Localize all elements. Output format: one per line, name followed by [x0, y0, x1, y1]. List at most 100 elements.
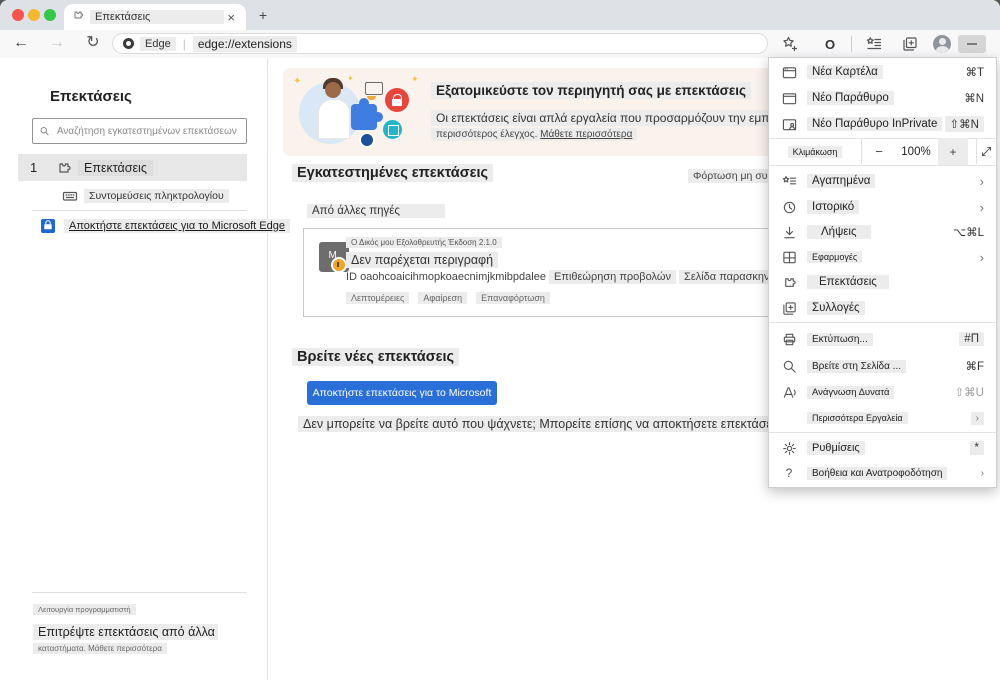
browser-window: Επεκτάσεις × + ← → ↻ Edge | edge://exten…: [0, 0, 1000, 680]
chevron-right-icon: ›: [979, 249, 984, 265]
active-tab[interactable]: Επεκτάσεις ×: [64, 4, 246, 30]
learn-more-link[interactable]: Μάθετε περισσότερα: [540, 129, 632, 140]
collections-icon[interactable]: [900, 34, 920, 54]
reload-button[interactable]: ↻: [82, 33, 104, 53]
chevron-right-icon: ›: [970, 411, 984, 425]
menu-shortcut: ⇧⌘N: [944, 116, 984, 132]
forward-button[interactable]: →: [46, 33, 68, 53]
chevron-right-icon: ›: [979, 173, 984, 189]
extension-o-icon[interactable]: O: [820, 34, 840, 54]
illus-sparkle: ✦: [347, 74, 354, 83]
store-bag-icon: [41, 219, 55, 233]
extension-id-line: ID oaohcoaicihmopkoaecnimjkmibpdalee Επι…: [346, 270, 790, 284]
favorites-bar-icon[interactable]: [864, 34, 884, 54]
hero-description-line2: περισσότερος έλεγχος. Μάθετε περισσότερα: [431, 128, 638, 141]
tab-close-icon[interactable]: ×: [224, 10, 238, 25]
new-tab-button[interactable]: +: [254, 7, 272, 25]
menu-item-label: Ρυθμίσεις: [807, 441, 865, 455]
sidebar-item-extensions[interactable]: 1 Επεκτάσεις: [18, 154, 247, 181]
store-link-label: Αποκτήστε επεκτάσεις για το Microsoft Ed…: [64, 219, 290, 233]
menu-item-find-on-page[interactable]: Βρείτε στη Σελίδα ... ⌘F: [769, 353, 996, 379]
minimize-window-button[interactable]: [28, 9, 40, 21]
remove-link[interactable]: Αφαίρεση: [418, 292, 468, 304]
menu-zoom-row: Κλιμάκωση − 100% +: [769, 138, 996, 165]
menu-item-label: Αγαπημένα: [807, 174, 876, 188]
illus-lock-body: [392, 99, 402, 106]
more-tools-spacer: [781, 410, 797, 426]
settings-and-more-button[interactable]: [958, 35, 986, 53]
zoom-window-button[interactable]: [44, 9, 56, 21]
menu-item-extensions[interactable]: Επεκτάσεις: [769, 269, 996, 295]
fullscreen-icon: [981, 146, 992, 157]
menu-item-apps[interactable]: Εφαρμογές ›: [769, 244, 996, 270]
illus-amber-dot: [367, 96, 376, 100]
puzzle-icon: [59, 162, 71, 173]
menu-item-print[interactable]: Εκτύπωση... #Π: [769, 326, 996, 352]
find-new-extensions-title: Βρείτε νέες επεκτάσεις: [292, 348, 460, 366]
get-extensions-link[interactable]: Αποκτήστε επεκτάσεις για το Microsoft Ed…: [40, 218, 290, 234]
search-box[interactable]: [32, 118, 247, 144]
hero-desc2-text: περισσότερος έλεγχος.: [436, 129, 538, 140]
illus-person-head: [325, 82, 341, 98]
extension-o-letter: O: [824, 36, 836, 52]
details-link[interactable]: Λεπτομέρειες: [346, 292, 410, 304]
close-window-button[interactable]: [12, 9, 24, 21]
menu-item-label: Εφαρμογές: [807, 251, 863, 263]
help-icon: ?: [785, 466, 793, 480]
inprivate-window-icon: [781, 116, 797, 132]
menu-item-more-tools[interactable]: Περισσότερα Εργαλεία ›: [769, 405, 996, 431]
menu-item-read-aloud[interactable]: Ανάγνωση Δυνατά ⇧⌘U: [769, 379, 996, 405]
zoom-label: Κλιμάκωση: [787, 145, 843, 158]
menu-item-downloads[interactable]: Λήψεις ⌥⌘L: [769, 219, 996, 245]
chevron-right-icon: ›: [979, 199, 984, 215]
print-icon: [781, 331, 797, 347]
site-badge: Edge: [140, 36, 176, 51]
zoom-in-button[interactable]: +: [938, 138, 968, 165]
keyboard-icon: [62, 191, 78, 201]
fullscreen-button[interactable]: [976, 139, 996, 164]
favorites-icon: [781, 173, 797, 189]
search-input[interactable]: [54, 124, 240, 138]
menu-item-new-tab[interactable]: Νέα Καρτέλα ⌘T: [769, 59, 996, 85]
add-favorite-icon[interactable]: [780, 34, 800, 54]
menu-item-new-window[interactable]: Νέο Παράθυρο ⌘N: [769, 85, 996, 111]
back-button[interactable]: ←: [10, 33, 32, 53]
hero-title: Εξατομικεύστε τον περιηγητή σας με επεκτ…: [431, 82, 752, 99]
menu-item-history[interactable]: Ιστορικό ›: [769, 194, 996, 220]
menu-item-label: Ιστορικό: [807, 200, 860, 214]
menu-separator: [769, 432, 996, 433]
chevron-right-icon: ›: [980, 467, 984, 479]
url-text[interactable]: edge://extensions: [192, 35, 297, 52]
zoom-out-button[interactable]: −: [862, 139, 896, 164]
menu-item-new-inprivate-window[interactable]: Νέο Παράθυρο InPrivate ⇧⌘N: [769, 111, 996, 137]
menu-item-favorites[interactable]: Αγαπημένα ›: [769, 168, 996, 194]
menu-item-label: Λήψεις: [807, 225, 871, 239]
settings-gear-icon: [781, 440, 797, 456]
downloads-icon: [781, 224, 797, 240]
toggle-knob: [199, 637, 211, 649]
menu-item-label: Συλλογές: [807, 301, 865, 315]
menu-separator: [769, 322, 996, 323]
new-window-icon: [781, 90, 797, 106]
reload-link[interactable]: Επαναφόρτωση: [476, 292, 550, 304]
id-label: ID: [346, 271, 357, 283]
developer-mode-label: Λειτουργία προγραμματιστή: [33, 604, 136, 615]
menu-item-label: Νέο Παράθυρο InPrivate: [807, 117, 943, 131]
illus-person-body: [318, 99, 350, 139]
search-icon: [40, 127, 49, 136]
menu-item-settings[interactable]: Ρυθμίσεις *: [769, 435, 996, 461]
menu-item-collections[interactable]: Συλλογές: [769, 295, 996, 321]
tab-strip: Επεκτάσεις × +: [0, 0, 1000, 30]
tab-favicon-puzzle-icon: [72, 8, 84, 26]
illus-sparkle: ✦: [411, 74, 419, 84]
find-on-page-icon: [781, 358, 797, 374]
get-extensions-button[interactable]: Αποκτήστε επεκτάσεις για το Microsoft Ed…: [307, 381, 497, 423]
collections-icon: [781, 300, 797, 316]
toolbar-separator: [851, 36, 852, 52]
sidebar-item-keyboard-shortcuts[interactable]: Συντομεύσεις πληκτρολογίου: [62, 186, 229, 206]
menu-shortcut: ⇧⌘U: [954, 387, 984, 399]
menu-item-help-and-feedback[interactable]: ? Βοήθεια και Ανατροφοδότηση ›: [769, 460, 996, 486]
profile-avatar-icon[interactable]: [932, 34, 952, 54]
menu-separator: [769, 165, 996, 166]
address-bar[interactable]: Edge | edge://extensions: [112, 33, 768, 54]
